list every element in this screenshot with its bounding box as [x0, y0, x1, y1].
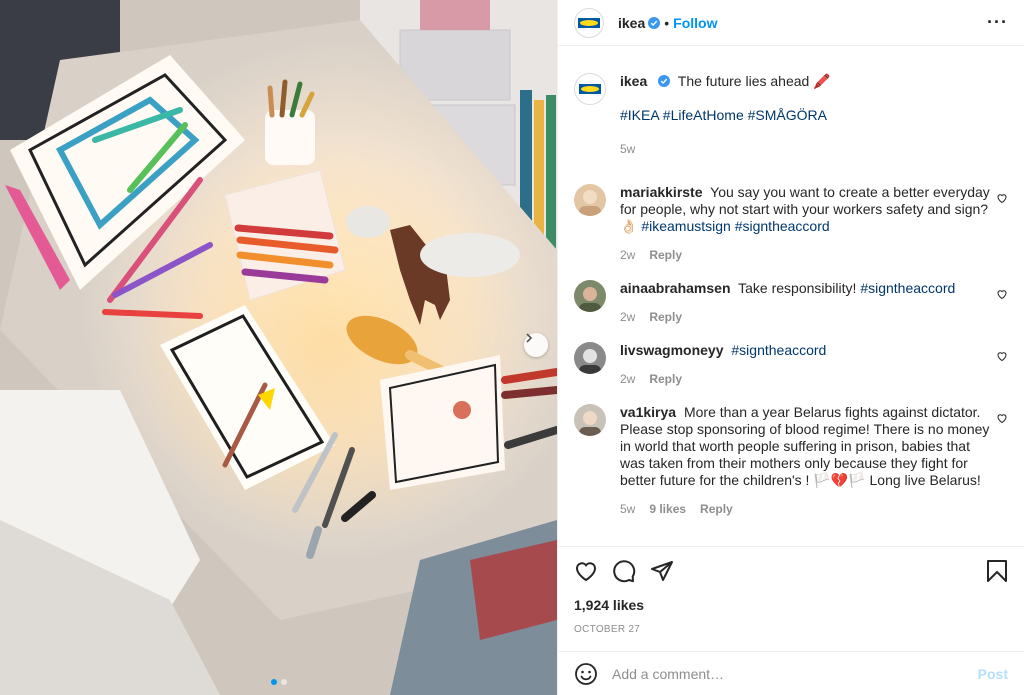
comment-input[interactable] [612, 665, 978, 682]
comment-timestamp[interactable]: 5w [620, 501, 635, 518]
carousel-next-button[interactable] [524, 333, 548, 357]
comment-timestamp[interactable]: 2w [620, 371, 635, 388]
caption-text: The future lies ahead 🖍️ [677, 73, 831, 89]
carousel-dot-2 [280, 679, 287, 685]
caption-avatar[interactable] [574, 73, 606, 105]
avatar[interactable] [574, 7, 604, 38]
caption-timestamp[interactable]: 5w [620, 141, 635, 158]
carousel-indicator [0, 679, 557, 685]
like-comment-heart-icon[interactable] [996, 288, 1008, 300]
action-bar [574, 547, 1008, 595]
comment-body: livswagmoneyy #signtheaccord 2w Reply [620, 342, 990, 388]
avatar[interactable] [574, 184, 606, 216]
comment-item: ainaabrahamsen Take responsibility! #sig… [574, 280, 1008, 326]
comment-timestamp[interactable]: 2w [620, 309, 635, 326]
follow-button[interactable]: Follow [673, 15, 717, 31]
reply-button[interactable]: Reply [649, 247, 682, 264]
post-actions-section: 1,924 likes OCTOBER 27 [558, 546, 1024, 635]
caption: ikea The future lies ahead 🖍️ #IKEA #Lif… [574, 73, 1008, 158]
comment-item: livswagmoneyy #signtheaccord 2w Reply [574, 342, 1008, 388]
reply-button[interactable]: Reply [700, 501, 733, 518]
more-options-icon[interactable]: ··· [987, 12, 1008, 33]
instagram-post: ikea • Follow ··· ikea The future lies a… [0, 0, 1024, 695]
comment-username[interactable]: mariakkirste [620, 184, 703, 200]
comment-body: va1kirya More than a year Belarus fights… [620, 404, 990, 518]
comment-item: va1kirya More than a year Belarus fights… [574, 404, 1008, 518]
comment-username[interactable]: va1kirya [620, 404, 676, 420]
ikea-logo-icon [578, 17, 600, 28]
comment-meta: 2w Reply [620, 309, 990, 326]
post-photo[interactable] [0, 0, 557, 695]
photo-desk-scene [0, 0, 557, 695]
comment-meta: 2w Reply [620, 371, 990, 388]
caption-body: ikea The future lies ahead 🖍️ #IKEA #Lif… [620, 73, 990, 158]
post-date[interactable]: OCTOBER 27 [574, 624, 1008, 635]
ikea-logo-icon [579, 84, 601, 94]
chevron-right-icon [526, 333, 533, 343]
like-comment-heart-icon[interactable] [996, 192, 1008, 204]
comment-hashtags[interactable]: #ikeamustsign #signtheaccord [641, 218, 829, 234]
comment-item: mariakkirste You say you want to create … [574, 184, 1008, 264]
comment-bubble-icon[interactable] [612, 559, 636, 583]
likes-count[interactable]: 1,924 likes [574, 597, 1008, 613]
add-comment-bar: Post [558, 651, 1024, 695]
like-comment-heart-icon[interactable] [996, 350, 1008, 362]
comment-meta: 2w Reply [620, 247, 990, 264]
comment-body: mariakkirste You say you want to create … [620, 184, 990, 264]
reply-button[interactable]: Reply [649, 309, 682, 326]
like-comment-heart-icon[interactable] [996, 412, 1008, 424]
comment-hashtags[interactable]: #signtheaccord [731, 342, 826, 358]
emoji-smiley-icon[interactable] [574, 662, 598, 686]
separator-dot: • [664, 14, 670, 31]
verified-badge-icon [658, 75, 671, 87]
comment-likes[interactable]: 9 likes [649, 501, 686, 518]
avatar[interactable] [574, 280, 606, 312]
comment-username[interactable]: livswagmoneyy [620, 342, 724, 358]
comment-hashtags[interactable]: #signtheaccord [860, 280, 955, 296]
post-comment-button[interactable]: Post [978, 666, 1008, 682]
comment-username[interactable]: ainaabrahamsen [620, 280, 731, 296]
comment-meta: 5w 9 likes Reply [620, 501, 990, 518]
caption-meta: 5w [620, 141, 990, 158]
caption-username[interactable]: ikea [620, 73, 647, 89]
comment-body: ainaabrahamsen Take responsibility! #sig… [620, 280, 990, 326]
comment-text: Take responsibility! [738, 280, 857, 296]
reply-button[interactable]: Reply [649, 371, 682, 388]
post-header: ikea • Follow ··· [558, 0, 1024, 46]
share-paper-plane-icon[interactable] [650, 559, 674, 583]
bookmark-save-icon[interactable] [986, 559, 1008, 583]
header-username[interactable]: ikea [618, 15, 645, 31]
verified-badge-icon [648, 16, 661, 29]
avatar[interactable] [574, 404, 606, 436]
avatar[interactable] [574, 342, 606, 374]
comment-timestamp[interactable]: 2w [620, 247, 635, 264]
comments-section[interactable]: ikea The future lies ahead 🖍️ #IKEA #Lif… [558, 47, 1024, 545]
like-heart-icon[interactable] [574, 559, 598, 583]
post-side-panel: ikea • Follow ··· ikea The future lies a… [557, 0, 1024, 695]
carousel-dot-1 [270, 679, 277, 685]
caption-hashtags[interactable]: #IKEA #LifeAtHome #SMÅGÖRA [620, 107, 990, 124]
